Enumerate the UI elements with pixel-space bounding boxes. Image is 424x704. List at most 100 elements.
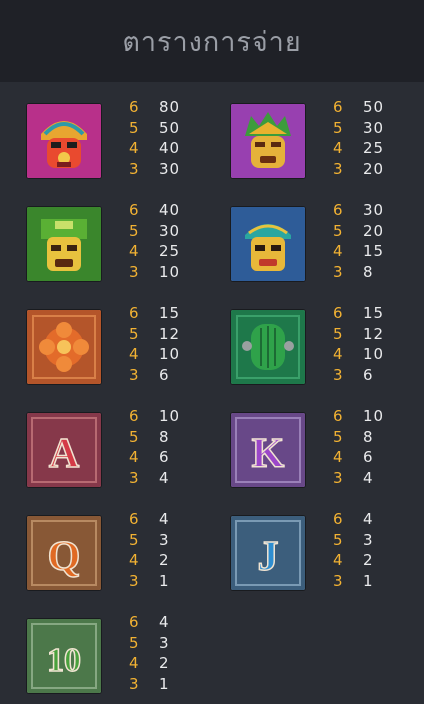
payout-value: 20 bbox=[363, 221, 385, 240]
payout-row: 6 15 bbox=[129, 304, 229, 325]
payout-row: 4 10 bbox=[333, 345, 424, 366]
payout-value: 25 bbox=[159, 242, 181, 260]
payout-row: 31 bbox=[129, 675, 229, 696]
symbol-letter: A bbox=[49, 431, 80, 477]
payout-row: 3 20 bbox=[333, 160, 424, 181]
payout-list: 64 53 42 31 bbox=[129, 510, 229, 592]
payout-row: 31 bbox=[333, 572, 424, 593]
payout-value: 3 bbox=[159, 633, 170, 652]
match-count: 5 bbox=[333, 427, 343, 446]
symbol-entry-red-mask: 6 80 5 50 4 40 3 30 bbox=[27, 98, 227, 188]
payout-row: 64 bbox=[129, 613, 229, 634]
payout-row: 42 bbox=[333, 551, 424, 572]
payout-value: 15 bbox=[363, 242, 385, 260]
payout-row: 36 bbox=[333, 366, 424, 387]
payout-row: 42 bbox=[129, 654, 229, 675]
payout-list: 6 30 5 20 4 15 38 bbox=[333, 201, 424, 283]
payout-row: 6 50 bbox=[333, 98, 424, 119]
match-count: 6 bbox=[129, 98, 139, 116]
payout-row: 6 10 bbox=[129, 407, 229, 428]
payout-value: 8 bbox=[363, 427, 374, 446]
page-title: ตารางการจ่าย bbox=[122, 26, 302, 58]
purple-aztec-mask-icon bbox=[231, 104, 305, 178]
payout-row: 53 bbox=[129, 634, 229, 655]
payout-row: 6 15 bbox=[333, 304, 424, 325]
match-count: 6 bbox=[129, 510, 139, 528]
match-count: 5 bbox=[333, 530, 343, 549]
match-count: 3 bbox=[333, 571, 343, 590]
payout-row: 34 bbox=[333, 469, 424, 490]
payout-value: 10 bbox=[159, 345, 181, 363]
payout-value: 12 bbox=[363, 324, 385, 343]
payout-list: 6 80 5 50 4 40 3 30 bbox=[129, 98, 229, 180]
match-count: 5 bbox=[129, 324, 139, 343]
match-count: 4 bbox=[333, 242, 343, 260]
payout-row: 6 40 bbox=[129, 201, 229, 222]
payout-list: 64 53 42 31 bbox=[333, 510, 424, 592]
symbol-entry-blue-mask: 6 30 5 20 4 15 38 bbox=[231, 201, 424, 291]
match-count: 4 bbox=[129, 242, 139, 260]
symbol-entry-green-mask: 6 40 5 30 4 25 3 10 bbox=[27, 201, 227, 291]
payout-row: 3 30 bbox=[129, 160, 229, 181]
payout-row: 5 50 bbox=[129, 119, 229, 140]
payout-value: 15 bbox=[363, 304, 385, 322]
payout-row: 34 bbox=[129, 469, 229, 490]
symbol-letter: J bbox=[258, 534, 279, 580]
payout-row: 6 30 bbox=[333, 201, 424, 222]
payout-row: 42 bbox=[129, 551, 229, 572]
payout-value: 30 bbox=[363, 201, 385, 219]
payout-row: 5 12 bbox=[129, 325, 229, 346]
payout-row: 58 bbox=[129, 428, 229, 449]
payout-row: 6 80 bbox=[129, 98, 229, 119]
red-aztec-mask-icon bbox=[27, 104, 101, 178]
match-count: 4 bbox=[129, 448, 139, 466]
match-count: 4 bbox=[333, 551, 343, 569]
payout-value: 6 bbox=[159, 365, 170, 384]
payout-row: 38 bbox=[333, 263, 424, 284]
match-count: 5 bbox=[129, 633, 139, 652]
paytable-header: ตารางการจ่าย bbox=[0, 0, 424, 82]
match-count: 6 bbox=[333, 510, 343, 528]
symbol-entry-orange-flower: 6 15 5 12 4 10 36 bbox=[27, 304, 227, 394]
payout-list: 6 40 5 30 4 25 3 10 bbox=[129, 201, 229, 283]
symbol-entry-letter-j: J 64 53 42 31 bbox=[231, 510, 424, 600]
payout-row: 53 bbox=[129, 531, 229, 552]
payout-value: 10 bbox=[159, 407, 181, 425]
match-count: 5 bbox=[129, 221, 139, 240]
payout-row: 6 10 bbox=[333, 407, 424, 428]
payout-value: 80 bbox=[159, 98, 181, 116]
match-count: 4 bbox=[129, 654, 139, 672]
payout-list: 6 15 5 12 4 10 36 bbox=[129, 304, 229, 386]
payout-row: 3 10 bbox=[129, 263, 229, 284]
symbol-letter: Q bbox=[48, 534, 81, 580]
payout-value: 4 bbox=[159, 468, 170, 487]
payout-value: 30 bbox=[363, 118, 385, 137]
symbol-entry-letter-a: A 6 10 58 46 34 bbox=[27, 407, 227, 497]
payout-value: 4 bbox=[363, 510, 374, 528]
payout-value: 4 bbox=[363, 468, 374, 487]
match-count: 5 bbox=[129, 427, 139, 446]
payout-value: 40 bbox=[159, 139, 181, 157]
payout-value: 20 bbox=[363, 159, 385, 178]
payout-list: 64 53 42 31 bbox=[129, 613, 229, 695]
match-count: 5 bbox=[129, 118, 139, 137]
payout-row: 31 bbox=[129, 572, 229, 593]
payout-value: 3 bbox=[159, 530, 170, 549]
payout-value: 15 bbox=[159, 304, 181, 322]
match-count: 6 bbox=[129, 201, 139, 219]
match-count: 3 bbox=[333, 468, 343, 487]
match-count: 6 bbox=[333, 304, 343, 322]
symbol-entry-letter-q: Q 64 53 42 31 bbox=[27, 510, 227, 600]
match-count: 4 bbox=[129, 139, 139, 157]
match-count: 6 bbox=[333, 407, 343, 425]
match-count: 3 bbox=[333, 365, 343, 384]
payout-value: 3 bbox=[363, 530, 374, 549]
payout-value: 4 bbox=[159, 613, 170, 631]
payout-row: 5 30 bbox=[129, 222, 229, 243]
payout-row: 46 bbox=[129, 448, 229, 469]
match-count: 3 bbox=[129, 674, 139, 693]
payout-row: 4 25 bbox=[129, 242, 229, 263]
match-count: 5 bbox=[333, 324, 343, 343]
match-count: 3 bbox=[129, 571, 139, 590]
payout-value: 2 bbox=[363, 551, 374, 569]
